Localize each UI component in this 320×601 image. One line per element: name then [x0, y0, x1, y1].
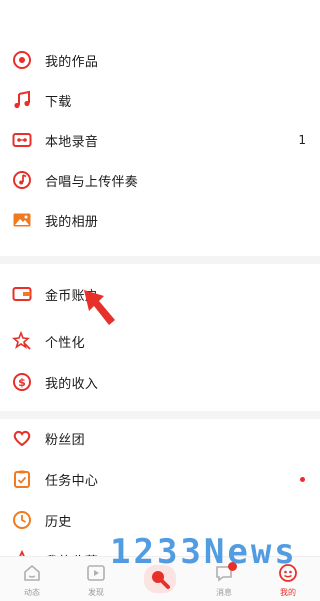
music-note-icon — [14, 90, 30, 109]
menu-item-label: 历史 — [45, 514, 72, 530]
wallet-icon — [12, 287, 32, 301]
cassette-icon — [12, 133, 32, 147]
menu-item-chorus-upload[interactable]: 合唱与上传伴奏 — [0, 160, 320, 200]
target-circle-icon — [13, 51, 31, 69]
menu-item-label: 个性化 — [45, 335, 85, 351]
tab-label: 发现 — [88, 588, 104, 597]
menu-item-label: 粉丝团 — [45, 432, 85, 448]
clipboard-check-icon — [14, 470, 30, 488]
recording-count: 1 — [298, 133, 306, 147]
section-divider — [0, 256, 320, 264]
heart-icon — [13, 430, 31, 447]
tab-label: 消息 — [216, 588, 232, 597]
watermark-text: 1233News — [110, 532, 298, 572]
clock-icon — [13, 511, 31, 529]
tab-label: 动态 — [24, 588, 40, 597]
menu-item-label: 合唱与上传伴奏 — [45, 174, 139, 190]
arrow-pointer-icon — [84, 290, 115, 325]
menu-item-my-works[interactable]: 我的作品 — [0, 40, 320, 80]
menu-item-label: 我的作品 — [45, 54, 99, 70]
svg-text:$: $ — [18, 376, 26, 389]
menu-item-task-center[interactable]: 任务中心 — [0, 459, 320, 499]
menu-item-local-recording[interactable]: 本地录音 1 — [0, 120, 320, 160]
menu-item-label: 我的收入 — [45, 376, 99, 392]
menu-item-fan-club[interactable]: 粉丝团 — [0, 418, 320, 458]
tab-feed[interactable]: 动态 — [0, 557, 64, 601]
magic-wand-icon — [12, 331, 31, 350]
menu-item-my-income[interactable]: $ 我的收入 — [0, 362, 320, 402]
menu-item-my-album[interactable]: 我的相册 — [0, 200, 320, 240]
menu-item-label: 下载 — [45, 94, 72, 110]
notification-dot — [300, 476, 305, 482]
tab-label: 我的 — [280, 588, 296, 597]
menu-item-coin-account[interactable]: 金币账户 — [0, 274, 320, 314]
photo-album-icon — [13, 213, 31, 227]
menu-item-personalization[interactable]: 个性化 — [0, 321, 320, 361]
play-video-icon — [87, 565, 105, 581]
menu-item-label: 我的相册 — [45, 214, 99, 230]
menu-item-label: 任务中心 — [45, 473, 99, 489]
note-circle-icon — [13, 171, 31, 189]
menu-item-label: 本地录音 — [45, 134, 99, 150]
dollar-circle-icon: $ — [13, 373, 31, 391]
home-icon — [24, 564, 40, 581]
menu-item-download[interactable]: 下载 — [0, 80, 320, 120]
